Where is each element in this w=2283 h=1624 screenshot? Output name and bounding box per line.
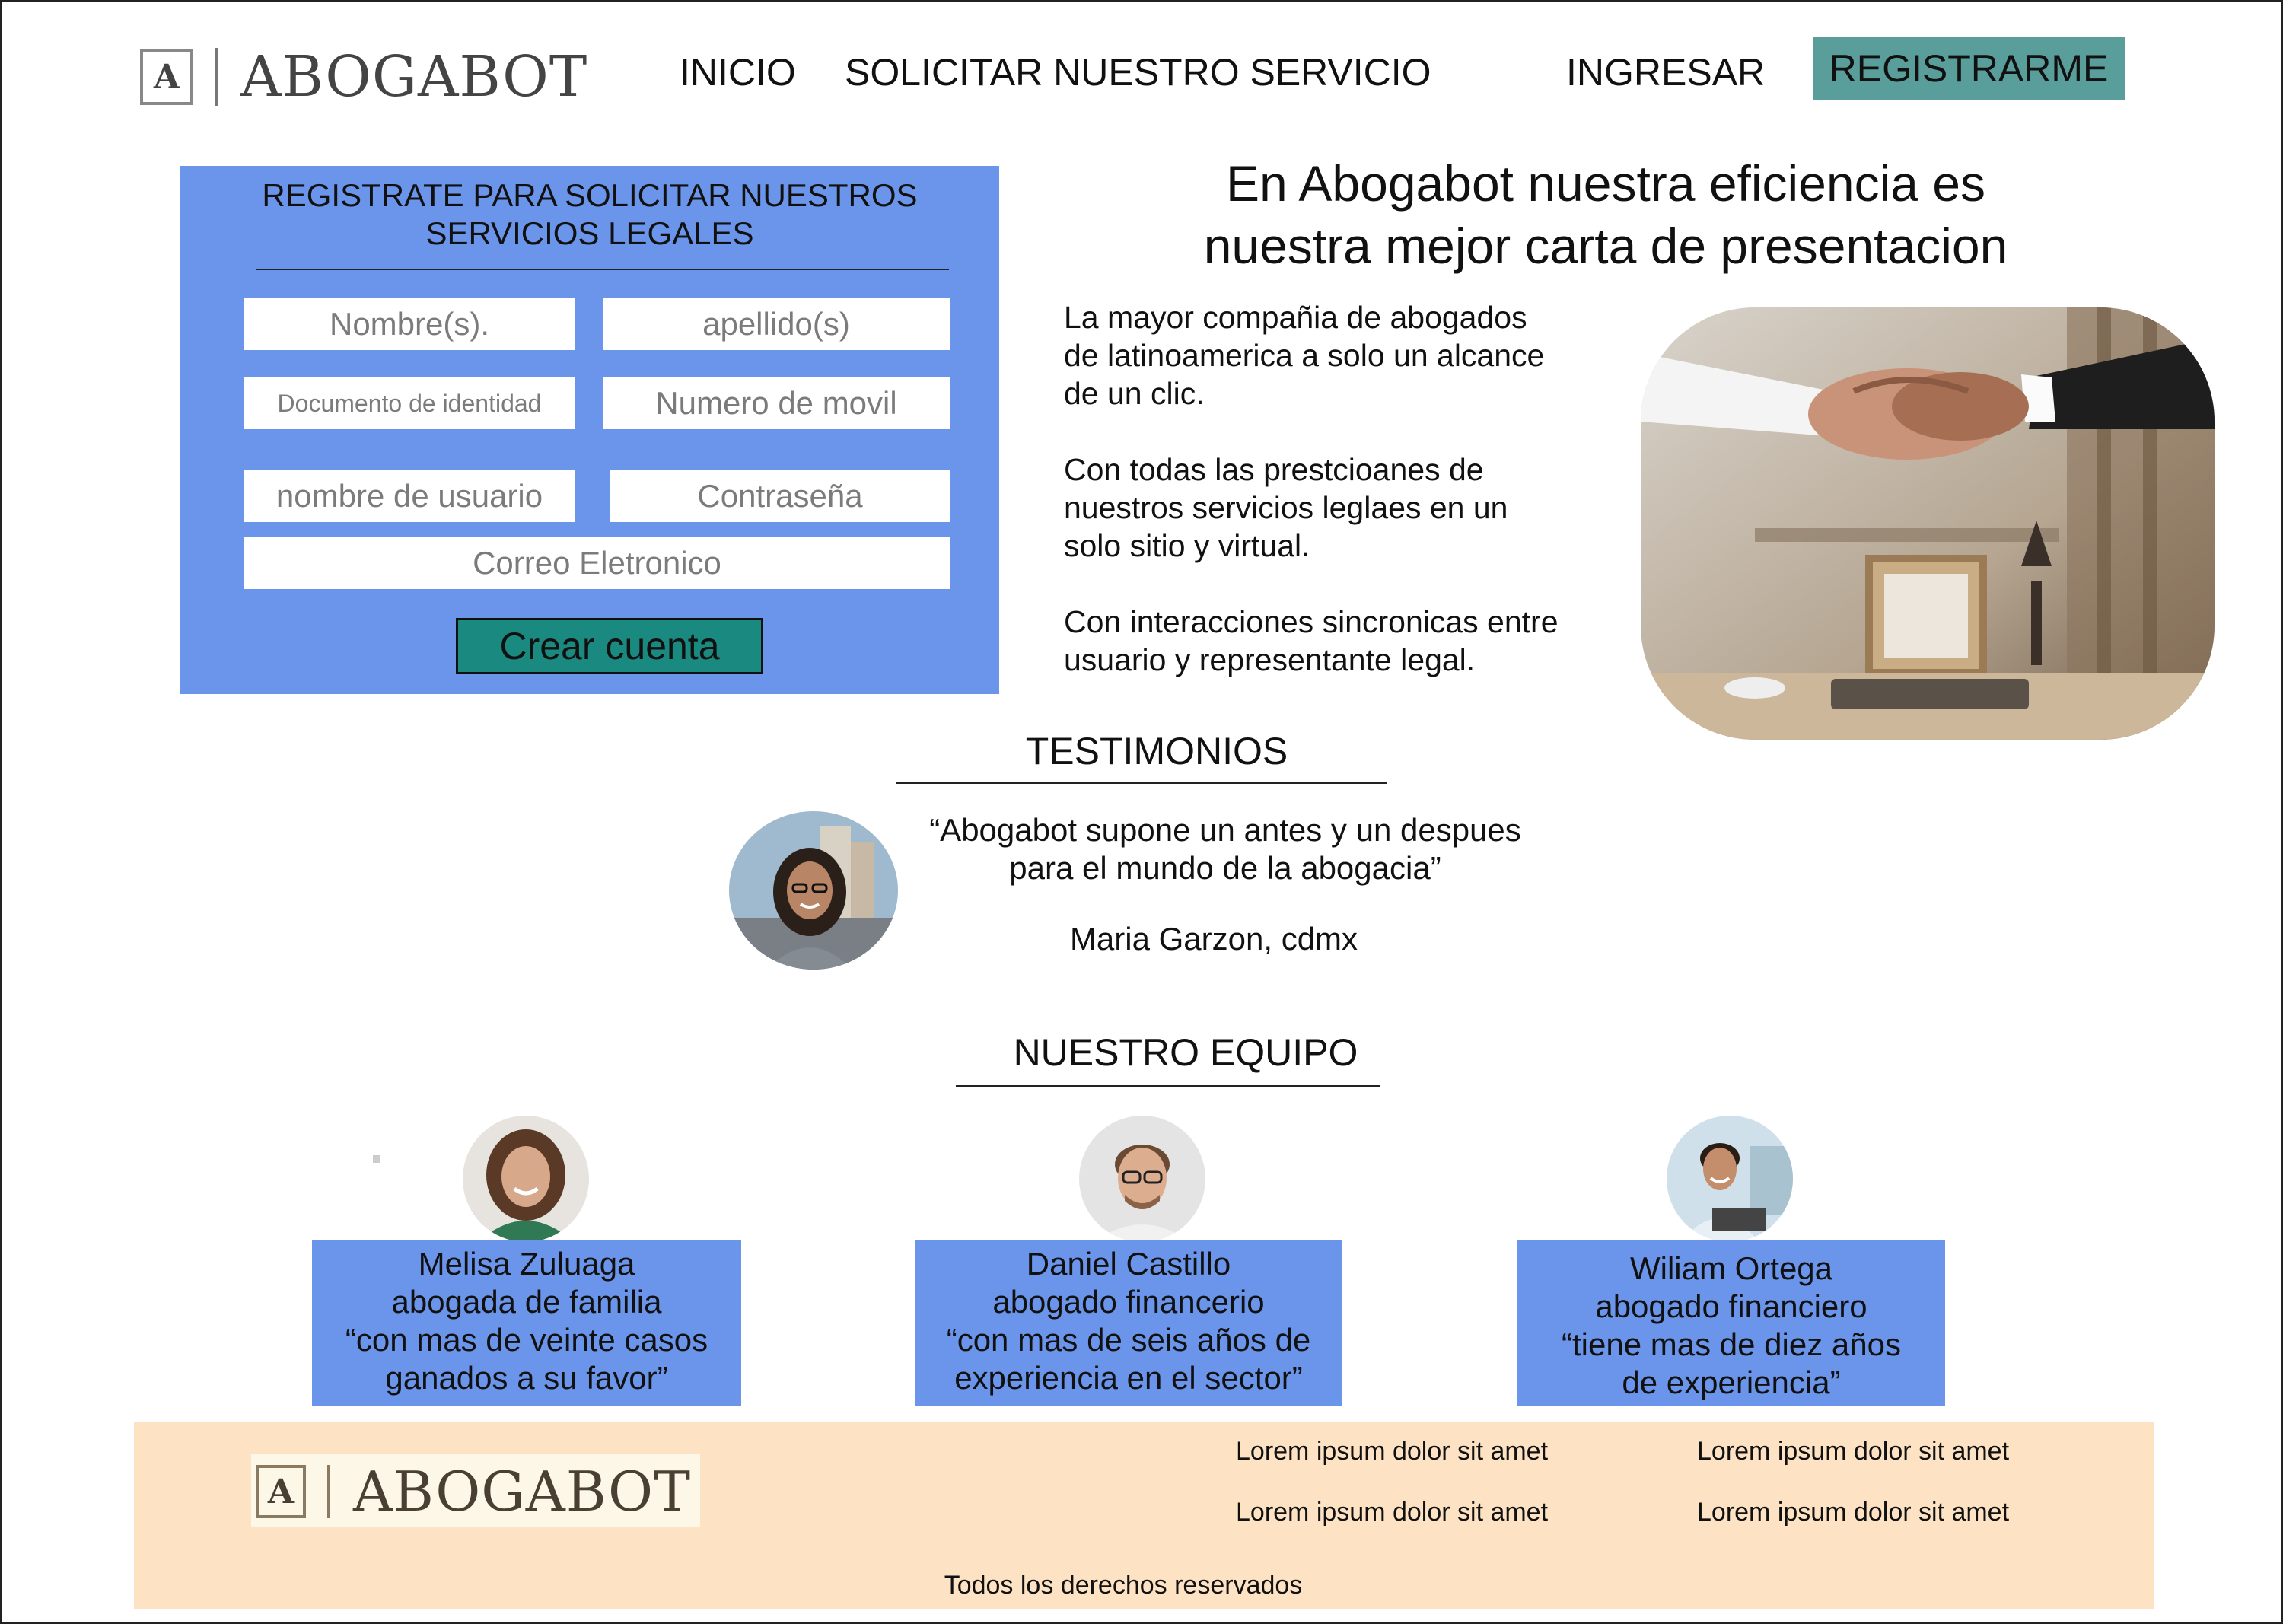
nav-ingresar[interactable]: INGRESAR: [1566, 50, 1765, 94]
header-logo[interactable]: A ABOGABOT: [140, 44, 587, 110]
nombre-field[interactable]: [244, 298, 575, 350]
register-button[interactable]: REGISTRARME: [1813, 37, 2125, 100]
logo-mark: A: [256, 1465, 306, 1518]
team-card-wiliam: Wiliam Ortega abogado financiero “tiene …: [1517, 1240, 1945, 1406]
form-divider: [256, 269, 949, 270]
handshake-photo: [1641, 307, 2215, 740]
documento-field[interactable]: [244, 377, 575, 429]
testimonios-divider: [896, 782, 1387, 784]
hero-text-line: solo sitio y virtual.: [1064, 528, 1310, 563]
member-quote-line: ganados a su favor”: [385, 1360, 668, 1396]
footer-link[interactable]: Lorem ipsum dolor sit amet: [1697, 1498, 2009, 1527]
form-title: REGISTRATE PARA SOLICITAR NUESTROS SERVI…: [180, 177, 999, 253]
handshake-illustration: [1641, 307, 2215, 740]
hero-text-line: usuario y representante legal.: [1064, 642, 1476, 677]
crear-cuenta-button[interactable]: Crear cuenta: [456, 618, 763, 674]
team-card-melisa: Melisa Zuluaga abogada de familia “con m…: [312, 1240, 741, 1406]
hero-title-line: nuestra mejor carta de presentacion: [1203, 218, 2008, 274]
form-title-line: SERVICIOS LEGALES: [425, 215, 754, 251]
woman-portrait-icon: [729, 811, 898, 970]
quote-line: “Abogabot supone un antes y un despues: [929, 812, 1521, 848]
nav-solicitar-servicio[interactable]: SOLICITAR NUESTRO SERVICIO: [845, 50, 1431, 94]
correo-field[interactable]: [244, 537, 950, 589]
team-avatar-melisa: [463, 1116, 589, 1242]
logo-mark: A: [140, 49, 193, 105]
member-role: abogado financerio: [992, 1284, 1265, 1320]
hero-text-line: Con todas las prestcioanes de: [1064, 452, 1484, 487]
member-role: abogado financiero: [1595, 1288, 1867, 1324]
equipo-title: NUESTRO EQUIPO: [1013, 1031, 1358, 1074]
hero-text-line: nuestros servicios leglaes en un: [1064, 490, 1508, 525]
team-avatar-wiliam: [1667, 1116, 1793, 1242]
member-name: Daniel Castillo: [1026, 1246, 1231, 1282]
registration-form: REGISTRATE PARA SOLICITAR NUESTROS SERVI…: [180, 166, 999, 694]
footer-link[interactable]: Lorem ipsum dolor sit amet: [1697, 1437, 2009, 1466]
usuario-field[interactable]: [244, 470, 575, 522]
footer-link[interactable]: Lorem ipsum dolor sit amet: [1236, 1498, 1548, 1527]
member-quote-line: de experiencia”: [1622, 1364, 1841, 1400]
logo-divider: [327, 1465, 330, 1518]
member-role: abogada de familia: [391, 1284, 662, 1320]
hero-paragraph-3: Con interacciones sincronicas entre usua…: [1064, 603, 1642, 679]
hero-text-line: La mayor compañia de abogados: [1064, 300, 1527, 335]
hero-title-line: En Abogabot nuestra eficiencia es: [1225, 155, 1986, 212]
woman-portrait-icon: [463, 1116, 589, 1242]
logo-text: ABOGABOT: [240, 44, 588, 110]
footer-logo[interactable]: A ABOGABOT: [251, 1454, 701, 1527]
apellido-field[interactable]: [603, 298, 950, 350]
contrasena-field[interactable]: [610, 470, 950, 522]
hero-paragraph-1: La mayor compañia de abogados de latinoa…: [1064, 298, 1642, 412]
testimonios-title: TESTIMONIOS: [1025, 730, 1288, 772]
stray-dot: [373, 1155, 380, 1163]
footer: A ABOGABOT Lorem ipsum dolor sit amet Lo…: [134, 1422, 2154, 1609]
hero-text-line: de latinoamerica a solo un alcance: [1064, 338, 1545, 373]
equipo-divider: [956, 1085, 1380, 1087]
member-name: Melisa Zuluaga: [418, 1246, 635, 1282]
team-card-daniel: Daniel Castillo abogado financerio “con …: [915, 1240, 1342, 1406]
team-avatar-daniel: [1079, 1116, 1205, 1242]
man-laptop-portrait-icon: [1667, 1116, 1793, 1242]
movil-field[interactable]: [603, 377, 950, 429]
testimonial-author: Maria Garzon, cdmx: [1069, 921, 1358, 957]
nav-inicio[interactable]: INICIO: [680, 50, 796, 94]
hero-text-line: Con interacciones sincronicas entre: [1064, 604, 1559, 639]
member-quote-line: “con mas de seis años de: [946, 1322, 1311, 1358]
form-title-line: REGISTRATE PARA SOLICITAR NUESTROS: [262, 177, 918, 213]
footer-link[interactable]: Lorem ipsum dolor sit amet: [1236, 1437, 1548, 1466]
testimonial-quote: “Abogabot supone un antes y un despues p…: [890, 811, 1560, 887]
man-portrait-icon: [1079, 1116, 1205, 1242]
hero-paragraph-2: Con todas las prestcioanes de nuestros s…: [1064, 451, 1642, 565]
quote-line: para el mundo de la abogacia”: [1009, 850, 1441, 886]
logo-divider: [215, 48, 218, 106]
member-name: Wiliam Ortega: [1629, 1250, 1833, 1286]
hero-text-line: de un clic.: [1064, 376, 1205, 411]
testimonial-avatar: [729, 811, 898, 970]
member-quote-line: “tiene mas de diez años: [1562, 1326, 1901, 1362]
logo-text: ABOGABOT: [353, 1460, 692, 1524]
member-quote-line: experiencia en el sector”: [954, 1360, 1303, 1396]
member-quote-line: “con mas de veinte casos: [345, 1322, 708, 1358]
hero-title: En Abogabot nuestra eficiencia es nuestr…: [1058, 152, 2154, 277]
footer-copyright: Todos los derechos reservados: [944, 1571, 1303, 1600]
